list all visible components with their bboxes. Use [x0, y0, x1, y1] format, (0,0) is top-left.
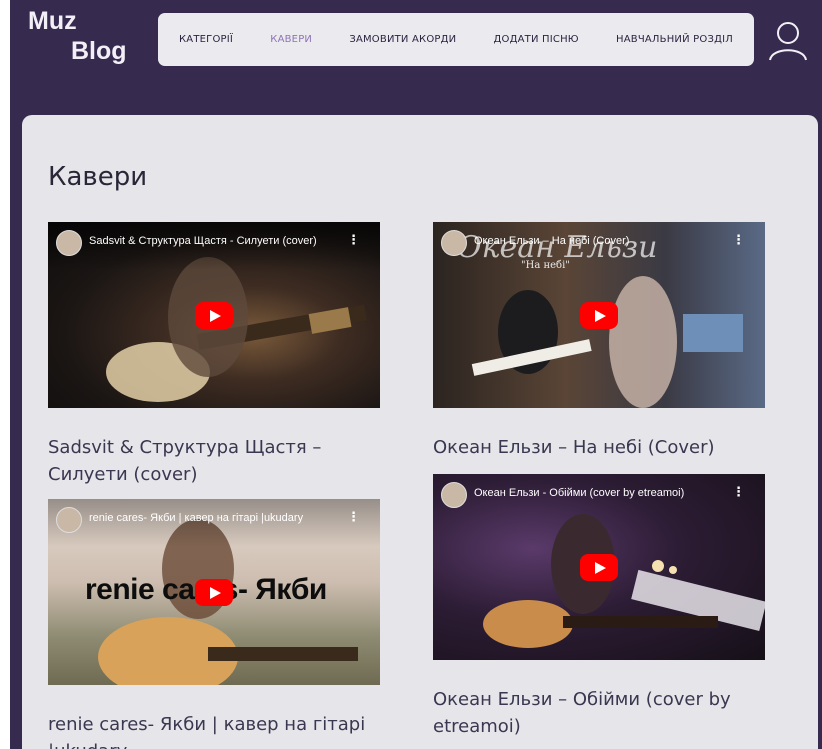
nav-item-categories[interactable]: КАТЕГОРІЇ	[179, 34, 233, 45]
kebab-menu-icon[interactable]: ⋮	[732, 486, 745, 500]
video-caption[interactable]: Океан Ельзи – Обійми (cover by etreamoi)	[433, 686, 765, 740]
video-caption[interactable]: Sadsvit & Структура Щастя – Силуети (cov…	[48, 434, 380, 488]
video-embed[interactable]: Sadsvit & Структура Щастя - Силуети (cov…	[48, 222, 380, 408]
video-card: Океан Ельзи "На небі" Океан Ельзи – На н…	[433, 222, 765, 461]
video-card: Sadsvit & Структура Щастя - Силуети (cov…	[48, 222, 380, 488]
logo-line-2: Blog	[71, 37, 127, 65]
video-card: renie cares- Якби renie cares- Якби | ка…	[48, 499, 380, 749]
kebab-menu-icon[interactable]: ⋮	[732, 234, 745, 248]
site-frame: Muz Blog КАТЕГОРІЇ КАВЕРИ ЗАМОВИТИ АКОРД…	[10, 0, 822, 749]
nav-item-learning[interactable]: НАВЧАЛЬНИЙ РОЗДІЛ	[616, 34, 733, 45]
video-caption[interactable]: Океан Ельзи – На небі (Cover)	[433, 434, 765, 461]
nav-item-covers[interactable]: КАВЕРИ	[270, 34, 312, 45]
play-button-icon[interactable]	[195, 579, 233, 606]
video-embed-title[interactable]: Океан Ельзи – На небі (Cover)	[474, 235, 729, 247]
video-embed-title[interactable]: Океан Ельзи - Обійми (cover by etreamoi)	[474, 487, 729, 499]
play-button-icon[interactable]	[580, 554, 618, 581]
play-button-icon[interactable]	[580, 302, 618, 329]
play-button-icon[interactable]	[195, 302, 233, 329]
main-nav: КАТЕГОРІЇ КАВЕРИ ЗАМОВИТИ АКОРДИ ДОДАТИ …	[158, 13, 754, 66]
nav-item-order-chords[interactable]: ЗАМОВИТИ АКОРДИ	[349, 34, 456, 45]
channel-avatar[interactable]	[56, 230, 82, 256]
video-caption[interactable]: renie cares- Якби | кавер на гітарі |uku…	[48, 711, 380, 749]
kebab-menu-icon[interactable]: ⋮	[347, 234, 360, 248]
video-embed-title[interactable]: renie cares- Якби | кавер на гітарі |uku…	[89, 512, 344, 524]
channel-avatar[interactable]	[441, 482, 467, 508]
page-title: Кавери	[48, 162, 148, 192]
user-icon[interactable]	[768, 20, 808, 62]
video-overlay-subtitle: "На небі"	[521, 260, 570, 271]
video-card: Океан Ельзи - Обійми (cover by etreamoi)…	[433, 474, 765, 740]
channel-avatar[interactable]	[56, 507, 82, 533]
video-embed-title[interactable]: Sadsvit & Структура Щастя - Силуети (cov…	[89, 235, 344, 247]
kebab-menu-icon[interactable]: ⋮	[347, 511, 360, 525]
logo-line-1: Muz	[28, 7, 77, 35]
site-logo[interactable]: Muz Blog	[28, 6, 127, 66]
content-panel: Кавери Sadsvit & Структура Щастя - Силуе…	[22, 115, 818, 749]
video-embed[interactable]: Океан Ельзи - Обійми (cover by etreamoi)…	[433, 474, 765, 660]
channel-avatar[interactable]	[441, 230, 467, 256]
video-embed[interactable]: Океан Ельзи "На небі" Океан Ельзи – На н…	[433, 222, 765, 408]
video-embed[interactable]: renie cares- Якби renie cares- Якби | ка…	[48, 499, 380, 685]
nav-item-add-song[interactable]: ДОДАТИ ПІСНЮ	[494, 34, 579, 45]
